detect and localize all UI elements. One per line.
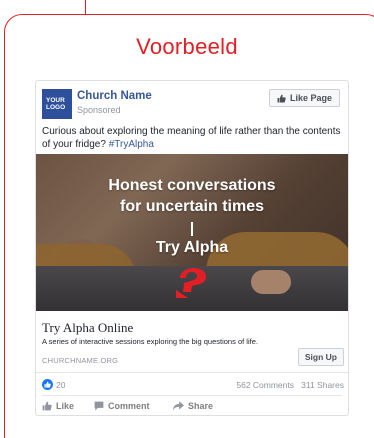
link-description: A series of interactive sessions explori… <box>42 337 258 346</box>
image-headline-line1: Honest conversations <box>108 177 276 194</box>
logo-line1: YOUR <box>46 97 65 104</box>
comment-icon <box>94 401 104 411</box>
divider <box>36 372 348 373</box>
like-reaction-icon[interactable] <box>42 379 53 390</box>
like-action-button[interactable]: Like <box>42 401 74 411</box>
sponsored-label: Sponsored <box>77 105 121 115</box>
divider <box>42 395 342 396</box>
post-text: Curious about exploring the meaning of l… <box>42 125 348 151</box>
preview-heading: Voorbeeld <box>136 34 238 59</box>
thumbs-up-icon <box>277 94 286 102</box>
logo-line2: LOGO <box>46 104 66 111</box>
share-action-label: Share <box>188 401 214 411</box>
alpha-question-mark-icon <box>176 268 206 298</box>
shares-count[interactable]: 311 Shares <box>301 380 344 390</box>
hashtag-link[interactable]: #TryAlpha <box>109 139 154 150</box>
image-headline-line2: for uncertain times <box>119 198 265 215</box>
facebook-ad-card: YOUR LOGO Church Name Sponsored Like Pag… <box>35 80 349 416</box>
share-action-button[interactable]: Share <box>173 401 213 411</box>
image-divider-bar <box>191 222 193 236</box>
thumbs-up-icon <box>42 401 52 411</box>
comment-action-button[interactable]: Comment <box>94 401 150 411</box>
share-icon <box>173 401 184 411</box>
sign-up-button[interactable]: Sign Up <box>297 348 344 366</box>
image-headline-line3: Try Alpha <box>155 239 229 256</box>
like-action-label: Like <box>56 401 75 411</box>
comments-count[interactable]: 562 Comments <box>236 380 294 390</box>
link-domain: CHURCHNAME.ORG <box>42 356 119 365</box>
engagement-stats: 20 562 Comments 311 Shares <box>42 379 344 391</box>
page-logo[interactable]: YOUR LOGO <box>42 89 72 119</box>
like-page-button[interactable]: Like Page <box>268 89 340 107</box>
like-page-label: Like Page <box>289 93 332 103</box>
ad-image[interactable]: Honest conversations for uncertain times… <box>36 154 348 311</box>
thumbs-up-icon <box>44 381 51 388</box>
page-name-link[interactable]: Church Name <box>77 90 152 102</box>
reactions-count[interactable]: 20 <box>56 380 65 390</box>
link-title[interactable]: Try Alpha Online <box>42 320 133 336</box>
comment-action-label: Comment <box>108 401 150 411</box>
post-body: Curious about exploring the meaning of l… <box>42 126 341 150</box>
